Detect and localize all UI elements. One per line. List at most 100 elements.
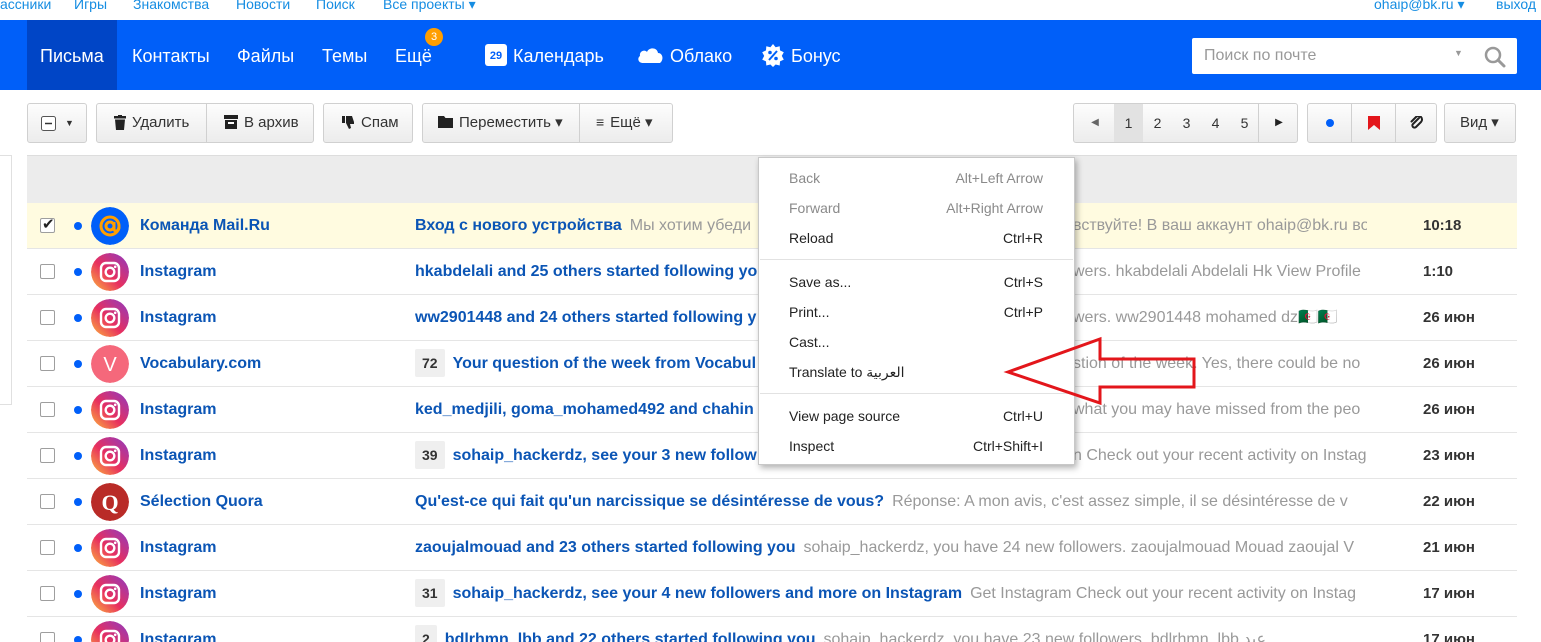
search-input[interactable] bbox=[1204, 46, 1444, 66]
nav-tab-mail[interactable]: Письма bbox=[27, 20, 117, 90]
menu-item-print[interactable]: Print... Ctrl+P bbox=[789, 297, 1043, 327]
flagged-filter-button[interactable] bbox=[1352, 104, 1395, 142]
checkmark-icon: ✔ bbox=[42, 216, 55, 233]
unread-dot-icon[interactable] bbox=[74, 406, 82, 414]
message-checkbox[interactable] bbox=[40, 264, 55, 279]
message-row[interactable]: Instagram zaoujalmouad and 23 others star… bbox=[27, 525, 1517, 571]
message-checkbox[interactable] bbox=[40, 540, 55, 555]
page-3[interactable]: 3 bbox=[1172, 104, 1201, 142]
sender-name: Instagram bbox=[140, 401, 217, 418]
thumbs-down-icon bbox=[342, 116, 354, 130]
menu-item-forward[interactable]: Forward Alt+Right Arrow bbox=[789, 193, 1043, 223]
topbar-link-ok[interactable]: ассники bbox=[0, 0, 51, 12]
move-button[interactable]: Переместить ▾ bbox=[438, 104, 563, 142]
message-checkbox[interactable] bbox=[40, 448, 55, 463]
main-nav: Письма Контакты Файлы Темы Ещё 3 29 Кален… bbox=[0, 20, 1541, 90]
message-row[interactable]: Instagram 31 sohaip_hackerdz, see your 4 n… bbox=[27, 571, 1517, 617]
message-date: 10:18 bbox=[1423, 217, 1462, 234]
unread-dot-icon[interactable] bbox=[74, 498, 82, 506]
message-checkbox[interactable] bbox=[40, 494, 55, 509]
subject-line: Qu'est-ce qui fait qu'un narcissique se … bbox=[415, 479, 1367, 524]
archive-button[interactable]: В архив bbox=[224, 104, 299, 142]
select-all-dropdown[interactable]: ▼ bbox=[27, 103, 87, 143]
filter-group bbox=[1307, 103, 1437, 143]
bonus-icon bbox=[762, 44, 784, 68]
spam-button[interactable]: Спам bbox=[323, 103, 413, 143]
unread-dot-icon[interactable] bbox=[74, 268, 82, 276]
menu-item-inspect[interactable]: Inspect Ctrl+Shift+I bbox=[789, 431, 1043, 461]
message-date: 17 июн bbox=[1423, 585, 1475, 602]
message-row[interactable]: Instagram 2 bdlrhmn_lbb and 22 others star… bbox=[27, 617, 1517, 642]
search-icon[interactable] bbox=[1484, 46, 1506, 68]
page-1[interactable]: 1 bbox=[1114, 104, 1143, 142]
topbar-link-news[interactable]: Новости bbox=[236, 0, 290, 12]
thread-count-badge: 31 bbox=[415, 578, 445, 607]
topbar-link-all-projects[interactable]: Все проекты ▾ bbox=[383, 0, 476, 13]
unread-dot-icon[interactable] bbox=[74, 590, 82, 598]
next-page-icon[interactable]: ▶ bbox=[1262, 104, 1296, 142]
view-dropdown[interactable]: Вид ▾ bbox=[1444, 103, 1516, 143]
unread-filter-button[interactable] bbox=[1308, 104, 1351, 142]
unread-dot-icon[interactable] bbox=[74, 544, 82, 552]
message-checkbox[interactable]: ✔ bbox=[40, 216, 55, 233]
message-date: 23 июн bbox=[1423, 447, 1475, 464]
message-checkbox[interactable] bbox=[40, 356, 55, 371]
trash-icon bbox=[114, 114, 126, 130]
nav-calendar[interactable]: 29 Календарь bbox=[485, 20, 604, 90]
unread-dot-icon[interactable] bbox=[74, 360, 82, 368]
more-actions-button[interactable]: ≡ Ещё ▾ bbox=[596, 104, 653, 142]
topbar-link-games[interactable]: Игры bbox=[74, 0, 107, 12]
menu-shortcut: Ctrl+P bbox=[1003, 304, 1043, 320]
nav-bonus[interactable]: Бонус bbox=[761, 20, 841, 90]
folder-icon bbox=[438, 116, 453, 129]
logout-link[interactable]: выход bbox=[1496, 0, 1536, 12]
menu-item-label: View page source bbox=[789, 408, 901, 424]
page-2[interactable]: 2 bbox=[1143, 104, 1172, 142]
message-preview: Get Instagram Check out your recent acti… bbox=[970, 585, 1357, 602]
page-4[interactable]: 4 bbox=[1201, 104, 1230, 142]
sender-name: Instagram bbox=[140, 585, 217, 602]
menu-item-reload[interactable]: Reload Ctrl+R bbox=[789, 223, 1043, 253]
archive-label: В архив bbox=[244, 114, 299, 131]
message-checkbox[interactable] bbox=[40, 586, 55, 601]
more-count-badge: 3 bbox=[425, 28, 443, 46]
menu-item-save-as[interactable]: Save as... Ctrl+S bbox=[789, 267, 1043, 297]
topbar-link-search[interactable]: Поиск bbox=[316, 0, 355, 12]
message-date: 1:10 bbox=[1423, 263, 1454, 280]
message-preview: sohaip_hackerdz, you have 23 new followe… bbox=[823, 631, 1267, 642]
page-5[interactable]: 5 bbox=[1230, 104, 1259, 142]
nav-tab-contacts[interactable]: Контакты bbox=[132, 20, 210, 90]
nav-tab-files[interactable]: Файлы bbox=[237, 20, 294, 90]
topbar-link-dating[interactable]: Знакомства bbox=[133, 0, 209, 12]
message-checkbox[interactable] bbox=[40, 402, 55, 417]
nav-cloud[interactable]: Облако bbox=[636, 20, 732, 90]
sender-name: Команда Mail.Ru bbox=[140, 217, 270, 234]
message-subject: sohaip_hackerdz, see your 4 new follower… bbox=[452, 585, 963, 602]
annotation-arrow-icon bbox=[1003, 336, 1196, 406]
message-checkbox[interactable] bbox=[40, 310, 55, 325]
menu-divider bbox=[760, 259, 1073, 260]
attachment-filter-button[interactable] bbox=[1396, 104, 1438, 142]
search-options-chevron-icon[interactable]: ▼ bbox=[1454, 48, 1463, 58]
message-subject: zaoujalmouad and 23 others started follo… bbox=[415, 539, 796, 556]
account-menu[interactable]: ohaip@bk.ru ▾ bbox=[1374, 0, 1465, 13]
view-label: Вид ▾ bbox=[1460, 114, 1499, 131]
message-preview: Мы хотим убеди bbox=[629, 217, 752, 234]
message-subject: Вход с нового устройства bbox=[415, 217, 622, 234]
move-more-group: Переместить ▾ ≡ Ещё ▾ bbox=[422, 103, 673, 143]
message-checkbox[interactable] bbox=[40, 632, 55, 642]
archive-icon bbox=[224, 115, 238, 130]
divider bbox=[206, 104, 207, 142]
sender-name: Instagram bbox=[140, 539, 217, 556]
unread-dot-icon[interactable] bbox=[74, 222, 82, 230]
prev-page-icon[interactable]: ◀ bbox=[1078, 104, 1112, 142]
message-date: 26 июн bbox=[1423, 355, 1475, 372]
nav-tab-themes[interactable]: Темы bbox=[322, 20, 367, 90]
menu-item-back[interactable]: Back Alt+Left Arrow bbox=[789, 163, 1043, 193]
unread-dot-icon[interactable] bbox=[74, 636, 82, 642]
subject-line: 31 sohaip_hackerdz, see your 4 new follow… bbox=[415, 571, 1367, 616]
unread-dot-icon[interactable] bbox=[74, 314, 82, 322]
message-row[interactable]: Q Sélection Quora Qu'est-ce qui fait qu'un… bbox=[27, 479, 1517, 525]
delete-button[interactable]: Удалить bbox=[114, 104, 189, 142]
unread-dot-icon[interactable] bbox=[74, 452, 82, 460]
